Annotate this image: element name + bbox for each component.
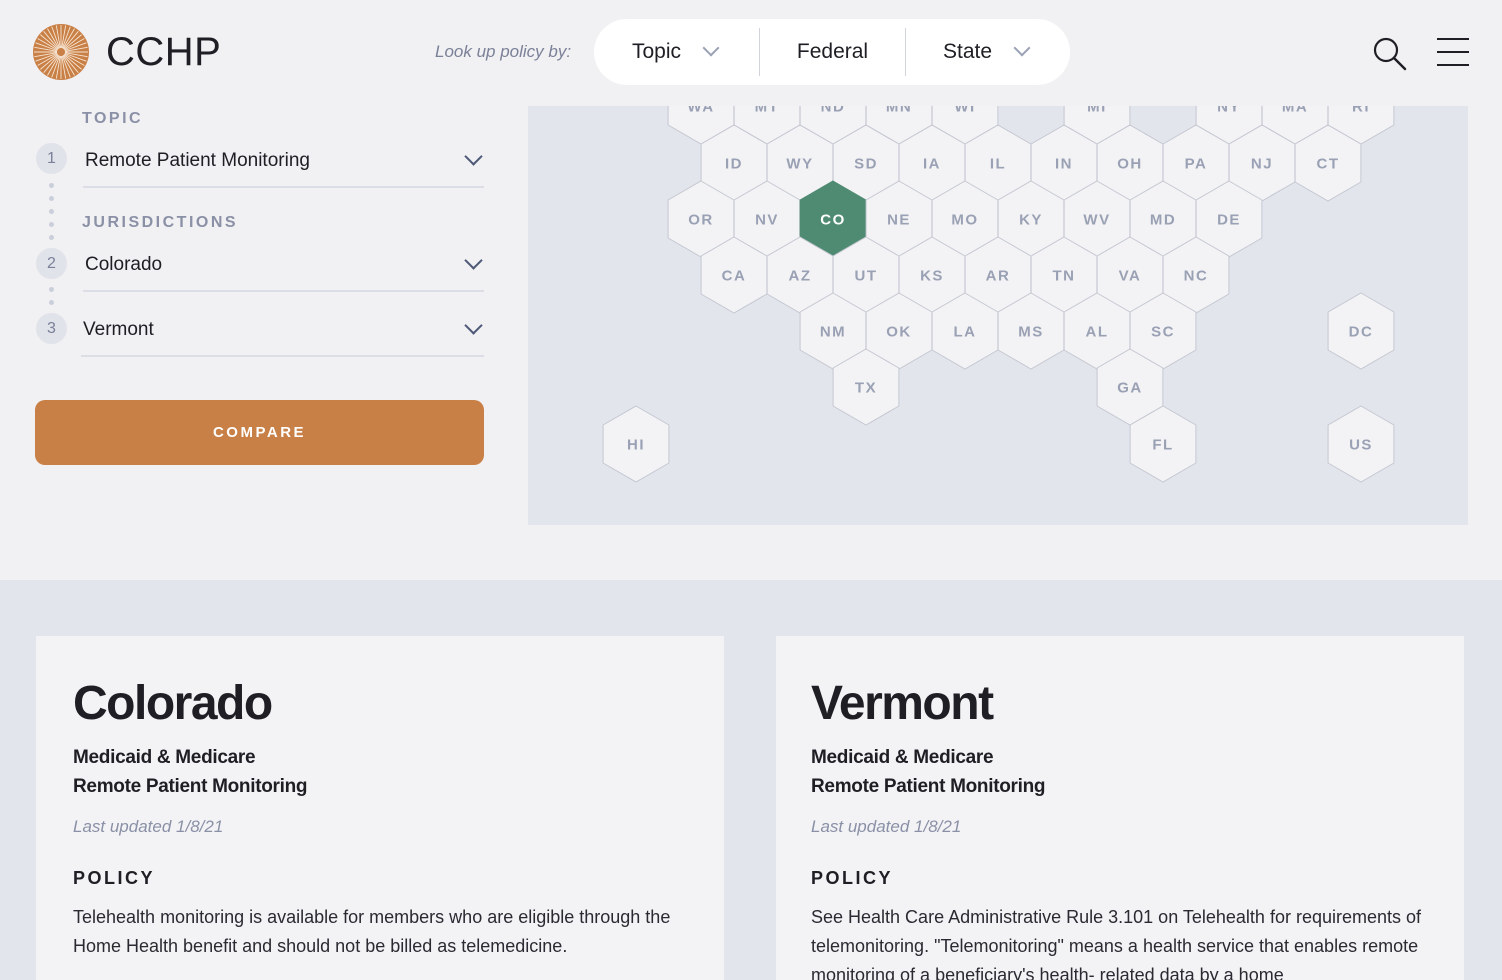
state-hex-label: DE xyxy=(1217,212,1241,229)
state-hex-label: SD xyxy=(854,156,878,173)
state-hex-label: CA xyxy=(722,268,747,285)
state-hex-label: IN xyxy=(1055,156,1073,173)
state-hex-hi[interactable]: HI xyxy=(602,405,670,483)
card-subtitle: Medicaid & Medicare xyxy=(73,747,256,768)
state-hex-label: MT xyxy=(755,106,780,116)
state-hex-label: ND xyxy=(821,106,846,116)
state-hex-label: OR xyxy=(688,212,714,229)
step-number: 2 xyxy=(36,248,67,279)
card-subtitle: Remote Patient Monitoring xyxy=(811,776,1046,797)
policy-text: See Health Care Administrative Rule 3.10… xyxy=(811,907,1422,980)
chevron-down-icon xyxy=(464,316,483,335)
state-hex-label: WA xyxy=(687,106,714,116)
jurisdiction-select-2[interactable]: Vermont xyxy=(81,316,484,357)
nav-federal-link[interactable]: Federal xyxy=(760,28,906,76)
state-hex-label: MN xyxy=(886,106,912,116)
nav-topic-label: Topic xyxy=(632,40,682,63)
topic-select-value: Remote Patient Monitoring xyxy=(85,150,310,171)
state-hex-label: DC xyxy=(1349,324,1374,341)
policy-card-colorado: Colorado Medicaid & Medicare Remote Pati… xyxy=(36,636,724,980)
state-hex-label: AZ xyxy=(789,268,812,285)
state-hex-label: NM xyxy=(820,324,846,341)
state-hex-label: CT xyxy=(1317,156,1340,173)
step-connector xyxy=(49,183,55,248)
state-hex-label: MS xyxy=(1018,324,1044,341)
chevron-down-icon xyxy=(464,251,483,270)
topic-section-label: TOPIC xyxy=(82,110,144,127)
jurisdiction-select-value: Colorado xyxy=(85,254,163,275)
chevron-down-icon xyxy=(464,147,483,166)
brand-name[interactable]: CCHP xyxy=(106,30,221,75)
search-icon[interactable] xyxy=(1372,36,1408,72)
state-hex-label: NV xyxy=(755,212,779,229)
state-hex-label: AR xyxy=(986,268,1011,285)
state-hex-label: KS xyxy=(920,268,944,285)
last-updated: Last updated 1/8/21 xyxy=(73,817,224,836)
state-hex-label: LA xyxy=(954,324,977,341)
nav-state-dropdown[interactable]: State xyxy=(906,28,1070,76)
state-hex-label: IL xyxy=(990,156,1006,173)
card-subtitle: Remote Patient Monitoring xyxy=(73,776,308,797)
hex-map-svg: WA MT ND MN WI MI NY MA RI ID WY SD IA IL IN OH PA NJ CT OR… xyxy=(602,106,1395,483)
state-hex-label: ID xyxy=(725,156,743,173)
state-hex-us[interactable]: US xyxy=(1327,405,1395,483)
policy-text: Telehealth monitoring is available for m… xyxy=(73,907,671,956)
state-hex-label: MD xyxy=(1150,212,1176,229)
state-hex-dc[interactable]: DC xyxy=(1327,292,1395,370)
state-hex-label: NY xyxy=(1217,106,1241,116)
last-updated: Last updated 1/8/21 xyxy=(811,817,962,836)
lookup-label: Look up policy by: xyxy=(435,42,572,61)
step-connector xyxy=(49,287,55,313)
chevron-down-icon xyxy=(1013,39,1031,57)
state-hex-label: NE xyxy=(887,212,911,229)
nav-federal-label: Federal xyxy=(796,40,869,63)
state-hex-label: OK xyxy=(886,324,912,341)
state-hex-label: NJ xyxy=(1251,156,1273,173)
nav-state-label: State xyxy=(943,40,993,63)
state-hex-label: NC xyxy=(1184,268,1209,285)
state-hex-label: OH xyxy=(1117,156,1143,173)
state-hex-label: VA xyxy=(1119,268,1142,285)
state-hex-label: UT xyxy=(855,268,878,285)
state-hex-label: WI xyxy=(954,106,975,116)
card-subtitle: Medicaid & Medicare xyxy=(811,747,994,768)
state-hex-label: US xyxy=(1349,437,1373,454)
state-hex-label: TN xyxy=(1053,268,1076,285)
jurisdictions-section-label: JURISDICTIONS xyxy=(82,214,239,231)
jurisdiction-select-1[interactable]: Colorado xyxy=(83,251,484,292)
state-hex-label: MO xyxy=(951,212,978,229)
step-number: 3 xyxy=(36,313,67,344)
state-hex-label: FL xyxy=(1152,437,1173,454)
state-hex-label: WY xyxy=(786,156,813,173)
step-number: 1 xyxy=(36,143,67,174)
hamburger-menu-icon[interactable] xyxy=(1437,38,1469,66)
cchp-logo-icon[interactable] xyxy=(33,24,89,80)
card-title: Colorado xyxy=(73,677,273,730)
card-title: Vermont xyxy=(811,677,994,730)
state-hex-label: WV xyxy=(1083,212,1110,229)
policy-heading: POLICY xyxy=(811,868,894,888)
nav-topic-dropdown[interactable]: Topic xyxy=(594,28,760,76)
state-hex-label: HI xyxy=(627,437,645,454)
state-hex-label: RI xyxy=(1352,106,1370,116)
state-hex-label: IA xyxy=(923,156,941,173)
policy-card-vermont: Vermont Medicaid & Medicare Remote Patie… xyxy=(776,636,1464,980)
chevron-down-icon xyxy=(702,39,720,57)
topic-select[interactable]: Remote Patient Monitoring xyxy=(83,147,484,188)
state-hex-label: MA xyxy=(1282,106,1308,116)
state-hex-label: TX xyxy=(855,380,877,397)
state-hex-label: AL xyxy=(1086,324,1109,341)
policy-lookup-nav: Topic Federal State xyxy=(594,19,1070,85)
site-header: CCHP Look up policy by: Topic Federal St… xyxy=(0,0,1502,106)
jurisdiction-select-value: Vermont xyxy=(83,319,154,340)
state-hex-label: GA xyxy=(1117,380,1143,397)
state-hex-label: PA xyxy=(1185,156,1208,173)
state-hex-label: CO xyxy=(820,212,846,229)
state-hex-label: MI xyxy=(1087,106,1107,116)
state-hex-label: KY xyxy=(1019,212,1043,229)
compare-button[interactable]: COMPARE xyxy=(35,400,484,465)
state-hex-label: SC xyxy=(1151,324,1175,341)
state-hex-map: WA MT ND MN WI MI NY MA RI ID WY SD IA IL IN OH PA NJ CT OR… xyxy=(528,106,1468,525)
policy-heading: POLICY xyxy=(73,868,156,888)
